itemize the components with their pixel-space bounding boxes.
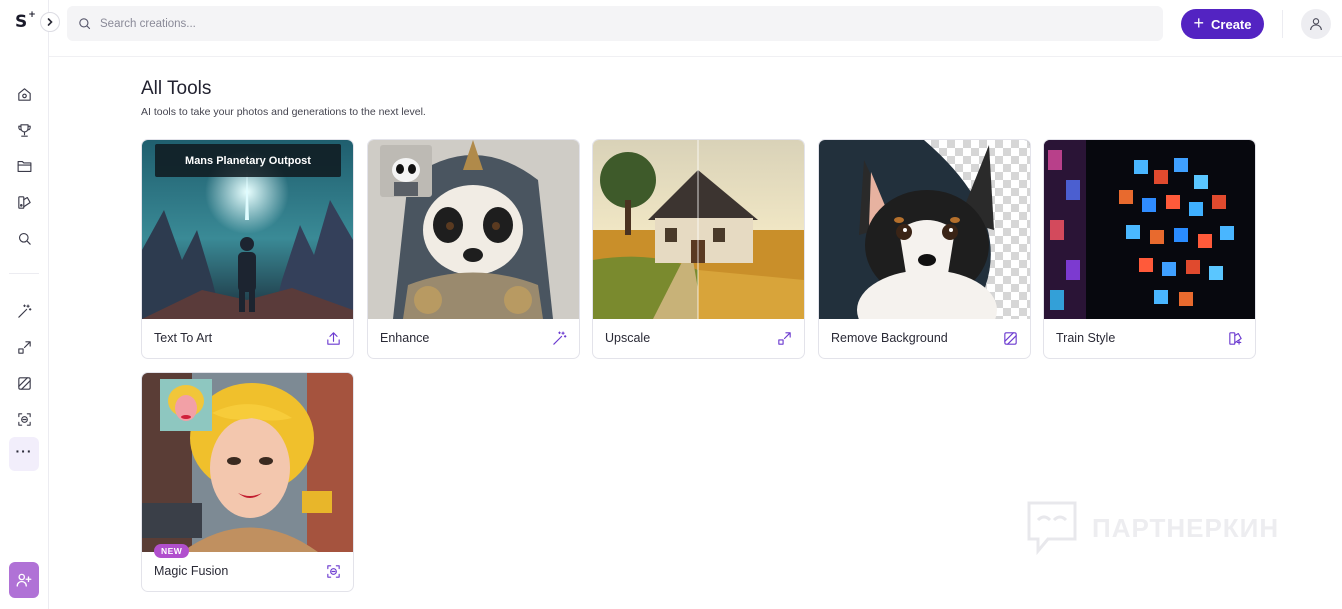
styles-icon [17, 195, 31, 209]
portrait-fusion-image [142, 373, 353, 552]
sidebar-item-remove-background[interactable] [10, 369, 38, 397]
sidebar-item-folders[interactable] [10, 152, 38, 180]
tool-card-remove-background[interactable]: Remove Background [818, 139, 1031, 359]
magic-fusion-icon [325, 563, 342, 580]
search-icon [18, 232, 31, 245]
sidebar: S+ ··· [0, 0, 49, 609]
remove-background-icon [1002, 330, 1019, 347]
logo-mark: + [28, 10, 36, 21]
sidebar-item-more[interactable]: ··· [9, 437, 39, 471]
sidebar-item-enhance[interactable] [10, 297, 38, 325]
upscale-icon [776, 330, 793, 347]
tool-card-magic-fusion[interactable]: NEW Magic Fusion [141, 372, 354, 592]
watermark-text: ПАРТНЕРКИН [1092, 512, 1280, 543]
create-button-label: Create [1211, 16, 1252, 32]
search-input[interactable] [100, 17, 1100, 30]
watermark-logo-icon [1027, 501, 1077, 556]
chevron-right-icon [47, 18, 53, 26]
sidebar-divider [9, 273, 39, 274]
tool-card-enhance[interactable]: Enhance [367, 139, 580, 359]
search-bar[interactable] [67, 6, 1163, 41]
user-icon [1310, 18, 1322, 31]
remove-background-icon [17, 376, 31, 390]
tool-label: Magic Fusion [154, 564, 229, 578]
plus-icon: + [1193, 13, 1205, 33]
tool-label: Train Style [1056, 331, 1116, 345]
sidebar-item-challenges[interactable] [10, 116, 38, 144]
puppy-image [819, 140, 1030, 319]
tool-label: Remove Background [831, 331, 948, 345]
upload-icon [325, 330, 342, 347]
tool-thumbnail [368, 140, 579, 319]
sidebar-item-styles[interactable] [10, 188, 38, 216]
more-icon: ··· [15, 443, 33, 459]
farmhouse-image [593, 140, 804, 319]
train-style-icon [1227, 330, 1244, 347]
tool-thumbnail: Mans Planetary Outpost [142, 140, 353, 319]
image-caption: Mans Planetary Outpost [155, 144, 341, 177]
logo-text: S [15, 12, 28, 32]
watermark: ПАРТНЕРКИН [1026, 500, 1279, 556]
top-bar: + Create [49, 0, 1342, 57]
armored-panda-image [368, 140, 579, 319]
tool-label: Enhance [380, 331, 430, 345]
page-subtitle: AI tools to take your photos and generat… [141, 106, 426, 118]
trophy-icon [17, 123, 31, 137]
invite-user-button[interactable] [9, 562, 39, 598]
sidebar-item-upscale[interactable] [10, 333, 38, 361]
folder-icon [17, 160, 31, 172]
tool-label: Upscale [605, 331, 651, 345]
header-divider [1282, 10, 1283, 38]
tool-thumbnail [593, 140, 804, 319]
tool-card-train-style[interactable]: Train Style [1043, 139, 1256, 359]
create-button[interactable]: + Create [1181, 9, 1264, 39]
page-title: All Tools [141, 78, 212, 99]
add-user-icon [16, 573, 32, 587]
cubes-art-image [1044, 140, 1255, 319]
magic-fusion-icon [17, 412, 31, 426]
logo[interactable]: S+ [15, 10, 36, 32]
sidebar-collapse-button[interactable] [40, 12, 60, 32]
tool-thumbnail [142, 373, 353, 552]
magic-wand-icon [551, 330, 568, 347]
sidebar-item-home[interactable] [10, 80, 38, 108]
tool-thumbnail [1044, 140, 1255, 319]
new-badge: NEW [154, 544, 190, 558]
search-icon [79, 18, 91, 30]
sidebar-item-magic-fusion[interactable] [10, 405, 38, 433]
tool-label: Text To Art [154, 331, 213, 345]
home-icon [17, 87, 31, 101]
app-root: S+ ··· Search creations... + Create All … [0, 0, 1342, 609]
tool-thumbnail [819, 140, 1030, 319]
tool-card-upscale[interactable]: Upscale [592, 139, 805, 359]
upscale-icon [17, 340, 31, 354]
user-avatar[interactable] [1301, 9, 1331, 39]
tool-card-text-to-art[interactable]: Mans Planetary Outpost Text To Art [141, 139, 354, 359]
magic-wand-icon [17, 304, 31, 318]
sidebar-item-search[interactable] [10, 224, 38, 252]
